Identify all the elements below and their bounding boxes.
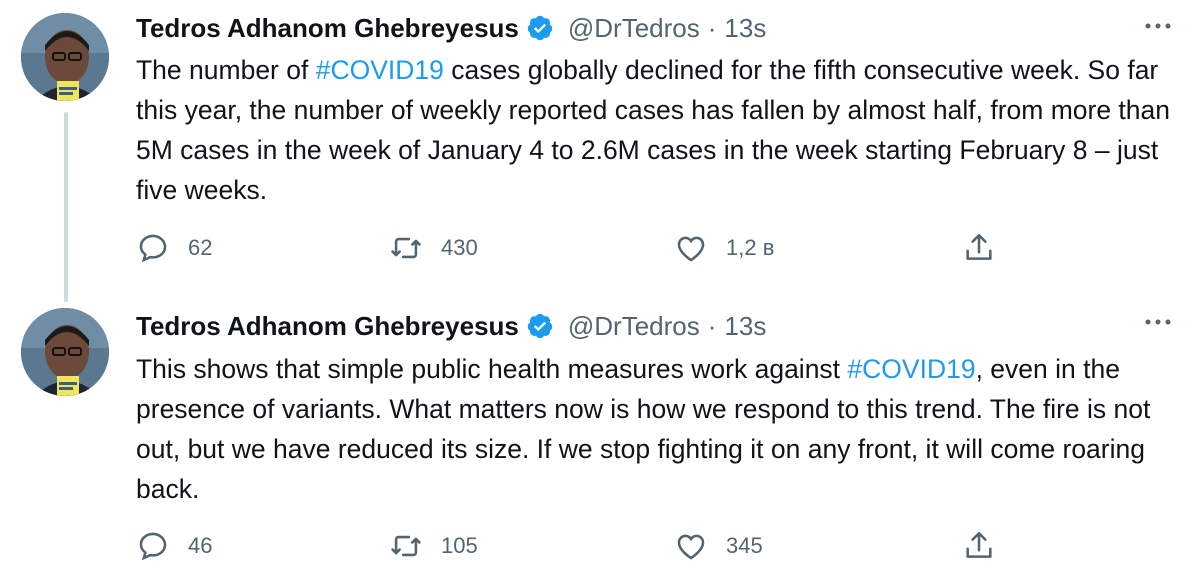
tweet-text: This shows that simple public health mea… — [136, 349, 1176, 509]
retweet-icon — [391, 237, 421, 259]
author-name[interactable]: Tedros Adhanom Ghebreyesus — [136, 311, 519, 342]
speech-bubble-icon — [139, 234, 167, 263]
author-handle[interactable]: @DrTedros — [568, 13, 700, 44]
like-count: 345 — [726, 533, 763, 558]
tweet-actions: 46 105 345 — [136, 526, 1036, 566]
speech-bubble-icon — [139, 532, 167, 561]
tweet-1[interactable]: Tedros Adhanom Ghebreyesus @DrTedros · 1… — [0, 0, 1200, 300]
author-handle[interactable]: @DrTedros — [568, 311, 700, 342]
tweet-header: Tedros Adhanom Ghebreyesus @DrTedros · 1… — [136, 8, 766, 48]
reply-count: 46 — [188, 533, 213, 558]
author-name[interactable]: Tedros Adhanom Ghebreyesus — [136, 13, 519, 44]
avatar[interactable] — [21, 13, 109, 101]
verified-badge-icon — [526, 14, 554, 42]
separator-dot: · — [707, 12, 717, 43]
share-icon — [966, 531, 992, 558]
like-button[interactable]: 1,2 в — [674, 228, 774, 268]
hashtag-link[interactable]: #COVID19 — [316, 55, 444, 85]
tweet-text-part: The number of — [136, 55, 316, 85]
tweet-text: The number of #COVID19 cases globally de… — [136, 50, 1176, 210]
share-button[interactable] — [962, 228, 996, 268]
timestamp[interactable]: 13s — [724, 13, 766, 44]
like-button[interactable]: 345 — [674, 526, 763, 566]
retweet-button[interactable]: 105 — [389, 526, 478, 566]
timestamp[interactable]: 13s — [724, 311, 766, 342]
hashtag-link[interactable]: #COVID19 — [847, 354, 975, 384]
share-icon — [966, 233, 992, 260]
more-icon[interactable] — [1142, 306, 1174, 338]
reply-button[interactable]: 46 — [136, 526, 212, 566]
retweet-icon — [391, 535, 421, 557]
avatar[interactable] — [21, 308, 109, 396]
like-count: 1,2 в — [726, 235, 775, 260]
tweet-actions: 62 430 1,2 в — [136, 228, 1036, 268]
retweet-button[interactable]: 430 — [389, 228, 478, 268]
separator-dot: · — [707, 310, 717, 341]
heart-icon — [677, 534, 705, 560]
more-icon[interactable] — [1142, 10, 1174, 42]
reply-button[interactable]: 62 — [136, 228, 212, 268]
retweet-count: 430 — [441, 235, 478, 260]
tweet-text-part: This shows that simple public health mea… — [136, 354, 848, 384]
heart-icon — [677, 236, 705, 262]
reply-count: 62 — [188, 235, 213, 260]
verified-badge-icon — [526, 312, 554, 340]
retweet-count: 105 — [441, 533, 478, 558]
tweet-header: Tedros Adhanom Ghebreyesus @DrTedros · 1… — [136, 306, 766, 346]
share-button[interactable] — [962, 526, 996, 566]
